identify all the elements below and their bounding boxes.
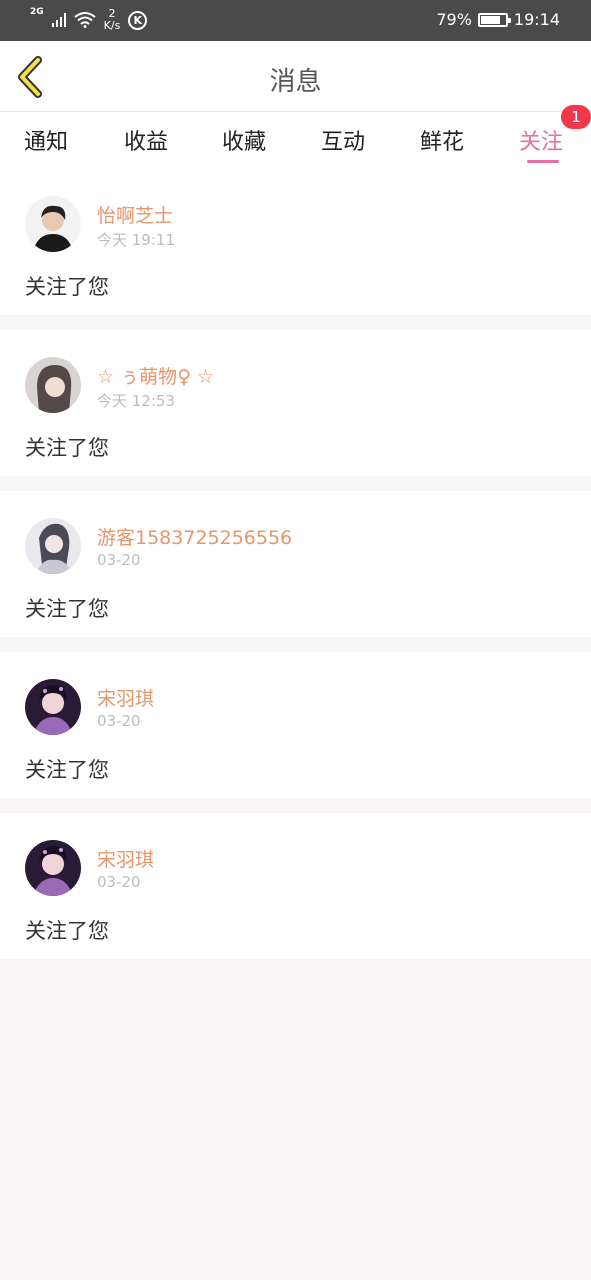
header: 消息 (0, 41, 591, 112)
clock: 19:14 (513, 10, 560, 29)
unread-badge: 1 (561, 105, 591, 129)
message-time: 今天 19:11 (97, 231, 175, 249)
tab-earnings[interactable]: 收益 (124, 124, 168, 156)
message-item[interactable]: ☆ ぅ萌物♀ ☆ 今天 12:53 关注了您 (0, 330, 591, 476)
message-item[interactable]: 游客1583725256556 03-20 关注了您 (0, 491, 591, 637)
avatar[interactable] (25, 679, 81, 735)
avatar[interactable] (25, 840, 81, 896)
avatar[interactable] (25, 518, 81, 574)
message-content: 关注了您 (25, 758, 109, 782)
sender-name[interactable]: ☆ ぅ萌物♀ ☆ (97, 362, 214, 389)
message-time: 03-20 (97, 712, 141, 730)
active-tab-indicator (527, 160, 559, 163)
network-type: 2G (30, 7, 44, 17)
message-content: 关注了您 (25, 597, 109, 621)
tab-bar: 通知 收益 收藏 互动 鲜花 关注 1 (0, 105, 591, 169)
battery-icon (477, 12, 511, 27)
message-time: 03-20 (97, 873, 141, 891)
tab-favorites[interactable]: 收藏 (222, 124, 266, 156)
status-bar: 2G 2 K/s K 79% 19:14 (0, 0, 591, 41)
tab-flowers[interactable]: 鲜花 (420, 124, 464, 156)
message-content: 关注了您 (25, 275, 109, 299)
message-time: 今天 12:53 (97, 392, 175, 410)
avatar[interactable] (25, 196, 81, 252)
sender-name[interactable]: 怡啊芝士 (97, 201, 173, 228)
wifi-icon (74, 12, 96, 28)
message-item[interactable]: 宋羽琪 03-20 关注了您 (0, 652, 591, 798)
sender-name[interactable]: 宋羽琪 (97, 684, 154, 711)
signal-icon (51, 13, 66, 27)
k-app-icon: K (128, 10, 148, 30)
tab-interactions[interactable]: 互动 (321, 124, 365, 156)
network-speed: 2 K/s (103, 7, 121, 32)
message-item[interactable]: 宋羽琪 03-20 关注了您 (0, 813, 591, 959)
page-title: 消息 (269, 67, 322, 97)
message-content: 关注了您 (25, 919, 109, 943)
message-time: 03-20 (97, 551, 141, 569)
tab-follows[interactable]: 关注 (519, 124, 563, 156)
battery-percent: 79% (436, 10, 472, 29)
sender-name[interactable]: 游客1583725256556 (97, 523, 292, 550)
message-item[interactable]: 怡啊芝士 今天 19:11 关注了您 (0, 169, 591, 315)
avatar[interactable] (25, 357, 81, 413)
message-content: 关注了您 (25, 436, 109, 460)
message-list: 怡啊芝士 今天 19:11 关注了您 ☆ ぅ萌物♀ ☆ 今天 12:53 关注了… (0, 169, 591, 974)
tab-notifications[interactable]: 通知 (24, 124, 68, 156)
sender-name[interactable]: 宋羽琪 (97, 845, 154, 872)
